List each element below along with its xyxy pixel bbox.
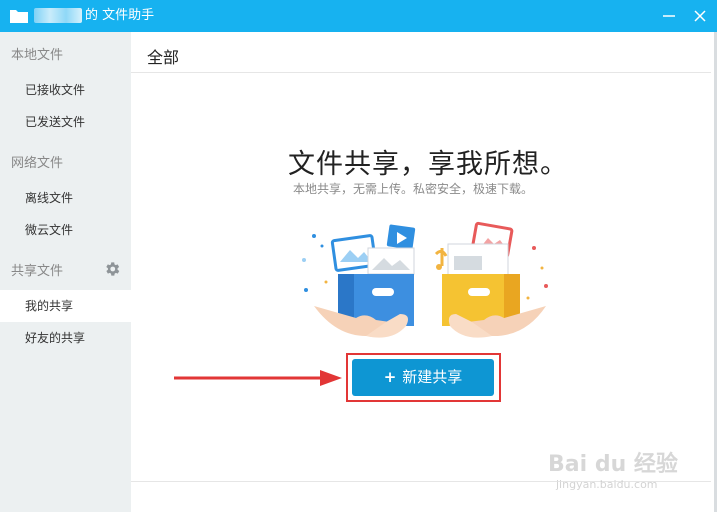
folder-icon bbox=[10, 10, 28, 23]
sidebar: 本地文件 已接收文件 已发送文件 网络文件 离线文件 微云文件 共享文件 我的共… bbox=[0, 32, 131, 512]
arrow-annotation bbox=[174, 370, 342, 386]
window-title: 的 文件助手 bbox=[85, 8, 155, 23]
close-icon[interactable] bbox=[690, 6, 710, 26]
minimize-icon[interactable] bbox=[659, 6, 679, 26]
new-share-label: 新建共享 bbox=[402, 368, 463, 386]
hero-title: 文件共享，享我所想。 bbox=[288, 149, 568, 180]
sidebar-header-shared: 共享文件 bbox=[11, 264, 64, 279]
divider bbox=[131, 72, 711, 73]
blurred-username bbox=[34, 8, 82, 23]
title-bar: 的 文件助手 bbox=[0, 0, 717, 32]
watermark: Bai du 经验 jingyan.baidu.com bbox=[548, 446, 708, 496]
sidebar-item-offline[interactable]: 离线文件 bbox=[0, 182, 131, 214]
gear-icon[interactable] bbox=[103, 260, 121, 278]
sidebar-item-my-share[interactable]: 我的共享 bbox=[0, 290, 131, 322]
plus-icon: + bbox=[383, 368, 397, 386]
new-share-button[interactable]: + 新建共享 bbox=[352, 359, 494, 396]
sidebar-item-sent[interactable]: 已发送文件 bbox=[0, 106, 131, 138]
sidebar-item-weiyun[interactable]: 微云文件 bbox=[0, 214, 131, 246]
watermark-logo: Bai du 经验 bbox=[548, 452, 678, 477]
sidebar-item-friends-share[interactable]: 好友的共享 bbox=[0, 322, 131, 354]
hero-subtitle: 本地共享，无需上传。私密安全，极速下载。 bbox=[293, 182, 534, 196]
file-share-illustration bbox=[302, 221, 548, 338]
page-title: 全部 bbox=[147, 48, 180, 67]
sidebar-header-local: 本地文件 bbox=[11, 48, 64, 63]
sidebar-header-network: 网络文件 bbox=[11, 156, 64, 171]
sidebar-item-received[interactable]: 已接收文件 bbox=[0, 74, 131, 106]
watermark-url: jingyan.baidu.com bbox=[556, 478, 658, 491]
